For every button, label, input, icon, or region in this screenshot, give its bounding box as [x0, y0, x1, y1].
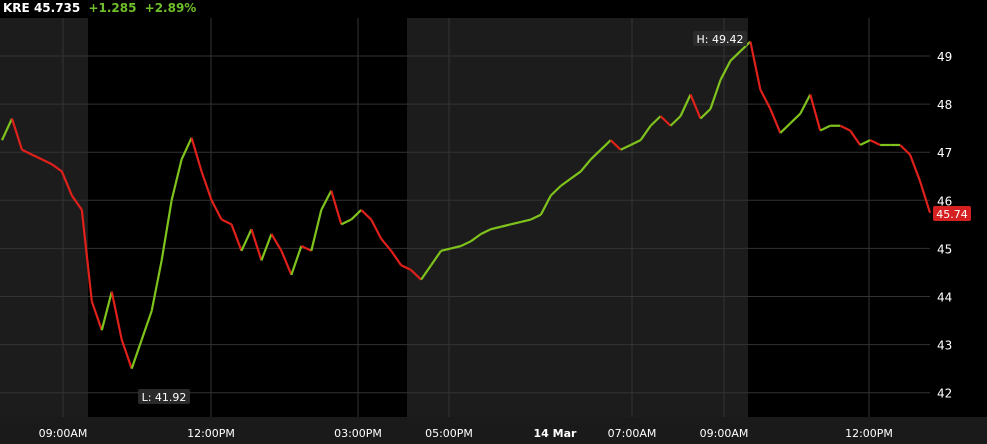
- x-tick-label: 03:00PM: [334, 427, 382, 440]
- price-segment: [869, 139, 881, 146]
- price-segment: [200, 171, 213, 201]
- price-segment: [340, 218, 352, 226]
- price-segment: [839, 124, 851, 132]
- price-segment: [140, 310, 153, 341]
- session-shade: [0, 18, 88, 417]
- x-tick-label: 14 Mar: [534, 427, 578, 440]
- price-segment: [100, 291, 113, 331]
- price-segment: [819, 124, 831, 132]
- x-tick-label: 09:00AM: [39, 427, 88, 440]
- price-segment: [350, 209, 362, 221]
- price-segment: [221, 218, 232, 226]
- low-label: L: 41.92: [142, 391, 187, 404]
- high-label: H: 49.42: [697, 33, 744, 46]
- y-tick-label: 45: [937, 242, 952, 256]
- x-tick-label: 05:00PM: [425, 427, 473, 440]
- y-tick-label: 49: [937, 50, 952, 64]
- price-segment: [240, 228, 253, 252]
- price-segment: [769, 108, 782, 134]
- last-price-badge: 45.74: [936, 208, 968, 221]
- price-segment: [918, 180, 932, 214]
- price-segment: [110, 291, 123, 341]
- price-segment: [250, 228, 263, 261]
- x-tick-label: 12:00PM: [187, 427, 235, 440]
- y-tick-label: 43: [937, 339, 952, 353]
- price-segment: [749, 41, 762, 90]
- price-segment: [210, 199, 223, 221]
- price-segment: [759, 89, 772, 110]
- price-segment: [290, 245, 303, 276]
- price-chart[interactable]: 424344454647484909:00AM 12:00PM 03:00PM 05:…: [0, 0, 987, 444]
- price-segment: [370, 219, 383, 240]
- price-segment: [260, 233, 273, 261]
- x-tick-label: 07:00AM: [608, 427, 657, 440]
- y-tick-label: 48: [937, 98, 952, 112]
- y-tick-label: 42: [937, 387, 952, 401]
- price-segment: [230, 223, 243, 252]
- price-segment: [849, 129, 862, 146]
- price-segment: [330, 190, 343, 225]
- session-shade: [407, 18, 748, 417]
- price-segment: [170, 159, 183, 201]
- price-segment: [360, 209, 372, 221]
- price-segment: [789, 112, 802, 125]
- price-segment: [160, 200, 173, 261]
- price-segment: [310, 209, 323, 252]
- price-segment: [190, 137, 203, 172]
- y-tick-label: 44: [937, 291, 952, 305]
- price-segment: [380, 238, 393, 252]
- price-segment: [899, 144, 911, 156]
- y-tick-label: 47: [937, 146, 952, 160]
- price-segment: [150, 260, 163, 312]
- x-tick-label: 12:00PM: [845, 427, 893, 440]
- price-segment: [909, 154, 922, 182]
- price-segment: [90, 300, 103, 331]
- price-segment: [180, 137, 193, 160]
- price-segment: [280, 250, 293, 276]
- price-segment: [809, 94, 822, 131]
- price-segment: [779, 122, 792, 134]
- price-segment: [390, 250, 403, 266]
- x-tick-label: 09:00AM: [700, 427, 749, 440]
